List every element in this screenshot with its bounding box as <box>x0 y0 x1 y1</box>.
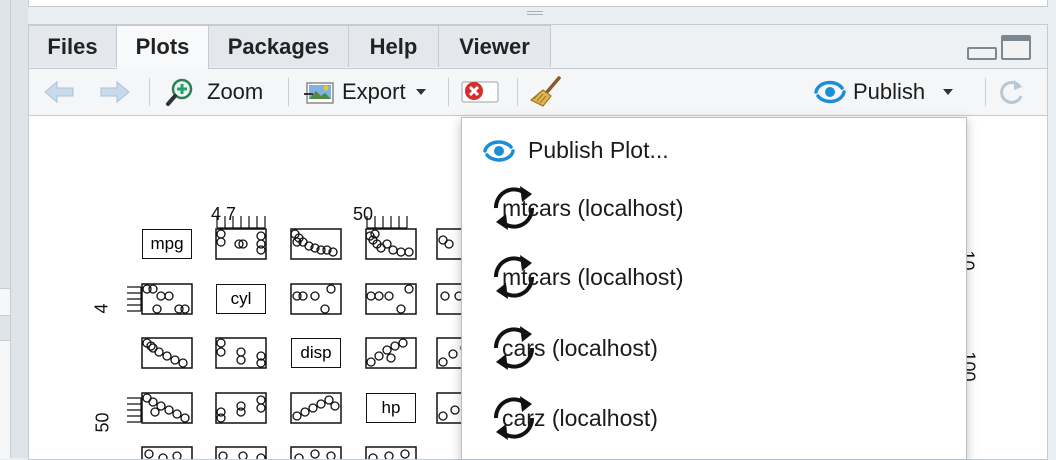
pane-divider[interactable] <box>10 0 11 458</box>
tab-files[interactable]: Files <box>29 25 117 67</box>
menu-item-republish[interactable]: carz (localhost) <box>462 390 966 446</box>
tab-bar: Files Plots Packages Help Viewer <box>29 25 1047 69</box>
arrow-left-icon <box>44 80 74 104</box>
remove-plot-icon <box>461 81 499 103</box>
publish-dropdown-menu: Publish Plot... mtcars (localhost) mtcar… <box>461 117 967 460</box>
back-button[interactable] <box>43 69 75 115</box>
upper-pane <box>28 0 1048 7</box>
export-label: Export <box>342 79 406 104</box>
toolbar-separator <box>288 78 289 106</box>
publish-button[interactable]: Publish <box>813 69 954 115</box>
pane-splitter-grip[interactable] <box>527 11 543 19</box>
refresh-icon <box>1000 80 1023 104</box>
minimize-icon[interactable] <box>967 47 997 60</box>
menu-item-republish[interactable]: mtcars (localhost) <box>462 180 966 236</box>
clear-all-plots-button[interactable] <box>529 69 565 115</box>
menu-item-label: cars (localhost) <box>502 334 658 361</box>
plots-toolbar: Zoom Export Publish <box>29 69 1047 116</box>
remove-plot-button[interactable] <box>461 69 501 115</box>
toolbar-separator <box>448 78 449 106</box>
tab-packages[interactable]: Packages <box>209 25 349 67</box>
publish-icon <box>483 140 515 162</box>
menu-item-label: Publish Plot... <box>528 136 669 163</box>
menu-item-republish[interactable]: mtcars (localhost) <box>462 249 966 305</box>
menu-item-label: carz (localhost) <box>502 404 658 431</box>
tab-plots[interactable]: Plots <box>117 25 209 69</box>
window-controls <box>967 35 1031 60</box>
toolbar-separator <box>517 78 518 106</box>
export-image-icon <box>304 82 334 104</box>
maximize-icon[interactable] <box>1001 35 1031 60</box>
menu-item-label: mtcars (localhost) <box>502 194 684 221</box>
scatter-panels <box>141 228 498 459</box>
zoom-button[interactable]: Zoom <box>165 69 263 115</box>
left-pane-box <box>0 340 10 459</box>
tab-viewer[interactable]: Viewer <box>439 25 551 67</box>
zoom-label: Zoom <box>207 79 264 104</box>
left-pane-box <box>0 288 10 316</box>
publish-label: Publish <box>853 79 926 104</box>
menu-item-publish-plot[interactable]: Publish Plot... <box>462 122 966 178</box>
publish-icon <box>814 80 846 104</box>
toolbar-separator <box>985 78 986 106</box>
menu-item-label: mtcars (localhost) <box>502 263 684 290</box>
toolbar-separator <box>149 78 150 106</box>
forward-button[interactable] <box>99 69 131 115</box>
refresh-button[interactable] <box>996 69 1026 115</box>
arrow-right-icon <box>100 80 130 104</box>
chevron-down-icon <box>415 89 426 95</box>
zoom-icon <box>166 78 193 106</box>
export-button[interactable]: Export <box>303 69 426 115</box>
chevron-down-icon <box>943 89 954 95</box>
tab-help[interactable]: Help <box>349 25 439 67</box>
menu-item-republish[interactable]: cars (localhost) <box>462 320 966 376</box>
broom-icon <box>529 76 561 107</box>
